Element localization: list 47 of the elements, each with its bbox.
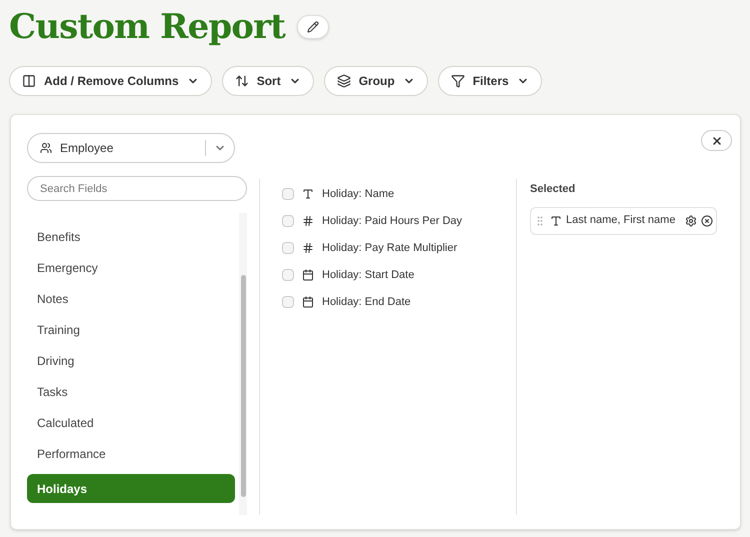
category-item[interactable]: Tasks <box>27 381 235 403</box>
category-item[interactable]: Emergency <box>27 257 235 279</box>
category-item[interactable]: Benefits <box>27 226 235 248</box>
remove-icon[interactable] <box>701 214 713 226</box>
checkbox[interactable] <box>282 188 294 200</box>
toolbar-button[interactable]: Group <box>324 66 428 96</box>
field-label: Holiday: Name <box>322 186 394 202</box>
scrollbar-thumb[interactable] <box>240 275 246 497</box>
field-label: Holiday: Paid Hours Per Day <box>322 214 462 229</box>
close-icon <box>710 134 722 146</box>
checkbox[interactable] <box>282 296 294 308</box>
search-field[interactable]: Search Fields <box>27 176 247 201</box>
toolbar-button[interactable]: Sort <box>222 66 314 96</box>
checkbox[interactable] <box>282 215 294 227</box>
entity-select[interactable]: Employee <box>27 133 235 163</box>
calendar-icon <box>302 296 314 308</box>
category-item[interactable]: Holidays <box>27 474 235 503</box>
column-label: Last name, First name <box>566 213 676 228</box>
settings-icon[interactable] <box>685 214 697 226</box>
calendar-icon <box>302 269 314 281</box>
columns-icon <box>22 74 36 88</box>
checkbox[interactable] <box>282 269 294 281</box>
selected-heading: Selected <box>530 182 576 197</box>
field-label: Holiday: Pay Rate Multiplier <box>322 240 458 256</box>
hash-icon <box>302 215 314 227</box>
checkbox[interactable] <box>282 242 294 254</box>
text-type-icon <box>302 188 314 200</box>
category-item[interactable]: Calculated <box>27 412 235 434</box>
category-item[interactable]: Driving <box>27 350 235 372</box>
field-label: Holiday: Start Date <box>322 268 414 283</box>
category-item[interactable]: Notes <box>27 288 235 310</box>
text-type-icon <box>550 214 562 226</box>
toolbar-button[interactable]: Add / Remove Columns <box>9 66 212 96</box>
field-label: Holiday: End Date <box>322 294 411 310</box>
pencil-icon <box>307 21 320 33</box>
people-icon <box>40 142 52 154</box>
close-button[interactable] <box>701 130 732 151</box>
filter-icon <box>450 74 465 88</box>
category-item[interactable]: Performance <box>27 443 235 465</box>
selected-column-chip[interactable]: Last name, First name <box>530 206 717 234</box>
edit-title-button[interactable] <box>297 15 330 39</box>
category-item[interactable]: Training <box>27 319 235 341</box>
toolbar-button[interactable]: Filters <box>438 66 542 96</box>
hash-icon <box>302 242 314 254</box>
group-icon <box>336 74 351 88</box>
page-title: Custom Report <box>9 10 286 44</box>
sort-icon <box>234 74 249 88</box>
